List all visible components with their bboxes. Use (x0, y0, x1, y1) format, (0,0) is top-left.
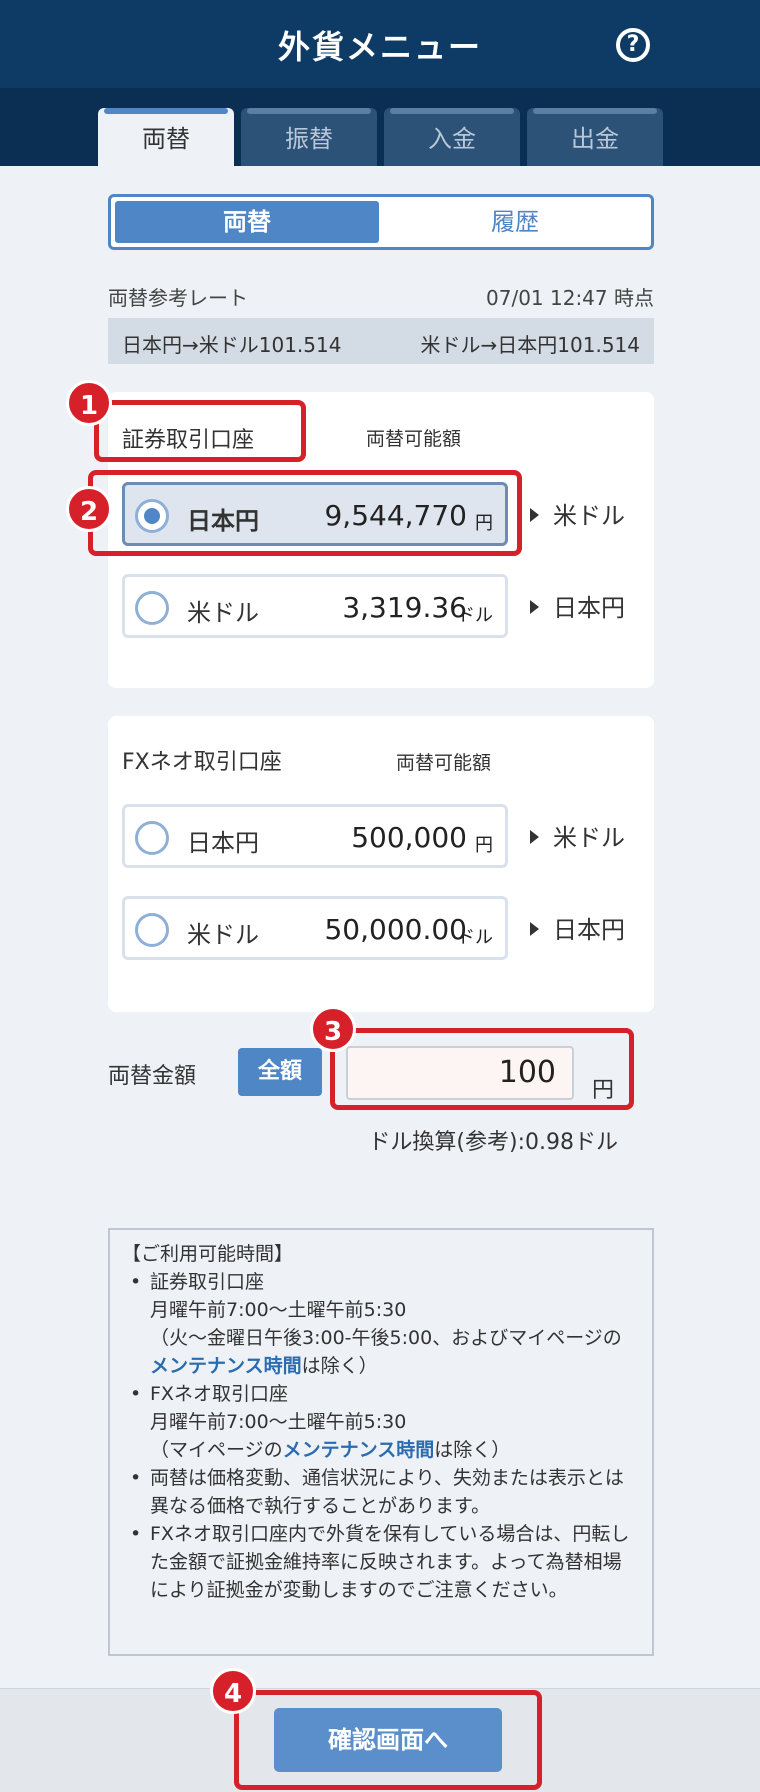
radio-icon[interactable] (135, 913, 169, 947)
info-item-securities: 証券取引口座 月曜午前7:00～土曜午前5:30 （火～金曜日午後3:00-午後… (122, 1268, 640, 1380)
help-icon[interactable]: ? (616, 28, 650, 62)
option-target-currency: 米ドル (530, 496, 625, 531)
subtab-exchange[interactable]: 両替 (115, 201, 379, 243)
exchange-amount-label: 両替金額 (108, 1064, 197, 1089)
option-amount: 500,000 (351, 821, 467, 854)
highlight-box-4 (234, 1690, 542, 1790)
info-item-margin: FXネオ取引口座内で外貨を保有している場合は、円転した金額で証拠金維持率に反映さ… (122, 1520, 640, 1604)
rate-box: 日本円→米ドル101.514 米ドル→日本円101.514 (108, 318, 654, 364)
rate-label: 両替参考レート (108, 286, 248, 310)
option-amount: 50,000.00 (324, 913, 467, 946)
availability-info-box: 【ご利用可能時間】 証券取引口座 月曜午前7:00～土曜午前5:30 （火～金曜… (108, 1228, 654, 1656)
option-fx-usd[interactable]: 米ドル 50,000.00 ドル (122, 896, 508, 960)
rate-timestamp: 07/01 12:47 時点 (486, 286, 654, 310)
option-target-currency: 米ドル (530, 818, 625, 853)
option-fx-jpy[interactable]: 日本円 500,000 円 (122, 804, 508, 868)
highlight-box-2 (88, 470, 522, 556)
main-tabs: 両替 振替 入金 出金 (0, 88, 760, 166)
radio-icon[interactable] (135, 591, 169, 625)
option-currency: 米ドル (187, 921, 259, 949)
info-item-execution: 両替は価格変動、通信状況により、失効または表示とは異なる価格で執行することがあり… (122, 1464, 640, 1520)
option-unit: ドル (457, 927, 493, 948)
available-amount-label: 両替可能額 (396, 752, 492, 774)
highlight-box-1 (94, 400, 306, 462)
info-item-fx: FXネオ取引口座 月曜午前7:00～土曜午前5:30 （マイページのメンテナンス… (122, 1380, 640, 1464)
option-currency: 米ドル (187, 599, 259, 627)
maintenance-link[interactable]: メンテナンス時間 (150, 1355, 302, 1377)
full-amount-button[interactable]: 全額 (238, 1048, 322, 1096)
fx-account-title: FXネオ取引口座 (122, 750, 282, 775)
tab-deposit[interactable]: 入金 (384, 108, 520, 166)
option-amount: 3,319.36 (342, 591, 467, 624)
info-list: 証券取引口座 月曜午前7:00～土曜午前5:30 （火～金曜日午後3:00-午後… (122, 1268, 640, 1604)
tab-transfer[interactable]: 振替 (241, 108, 377, 166)
rate-jpy-to-usd: 日本円→米ドル101.514 (122, 333, 342, 357)
rate-usd-to-jpy: 米ドル→日本円101.514 (420, 333, 640, 357)
tab-withdrawal[interactable]: 出金 (527, 108, 663, 166)
app-header: 外貨メニュー ? (0, 0, 760, 88)
option-currency: 日本円 (187, 829, 259, 857)
annotation-badge-1: 1 (66, 380, 112, 426)
available-amount-label: 両替可能額 (366, 428, 462, 450)
option-target-currency: 日本円 (530, 910, 625, 945)
option-unit: 円 (475, 835, 493, 856)
subtab-history[interactable]: 履歴 (383, 201, 647, 243)
maintenance-link[interactable]: メンテナンス時間 (283, 1439, 435, 1461)
radio-icon[interactable] (135, 821, 169, 855)
annotation-badge-4: 4 (210, 1668, 256, 1714)
annotation-badge-2: 2 (66, 486, 112, 532)
option-unit: ドル (457, 605, 493, 626)
option-securities-usd[interactable]: 米ドル 3,319.36 ドル (122, 574, 508, 638)
tab-exchange[interactable]: 両替 (98, 108, 234, 166)
highlight-box-3 (330, 1028, 634, 1110)
dollar-conversion: ドル換算(参考):0.98ドル (368, 1130, 618, 1155)
option-target-currency: 日本円 (530, 588, 625, 623)
annotation-badge-3: 3 (310, 1006, 356, 1052)
sub-tabs: 両替 履歴 (108, 194, 654, 250)
fx-account-card: FXネオ取引口座 両替可能額 日本円 500,000 円 米ドル 米ドル 50,… (108, 716, 654, 1012)
info-heading: 【ご利用可能時間】 (122, 1243, 294, 1265)
